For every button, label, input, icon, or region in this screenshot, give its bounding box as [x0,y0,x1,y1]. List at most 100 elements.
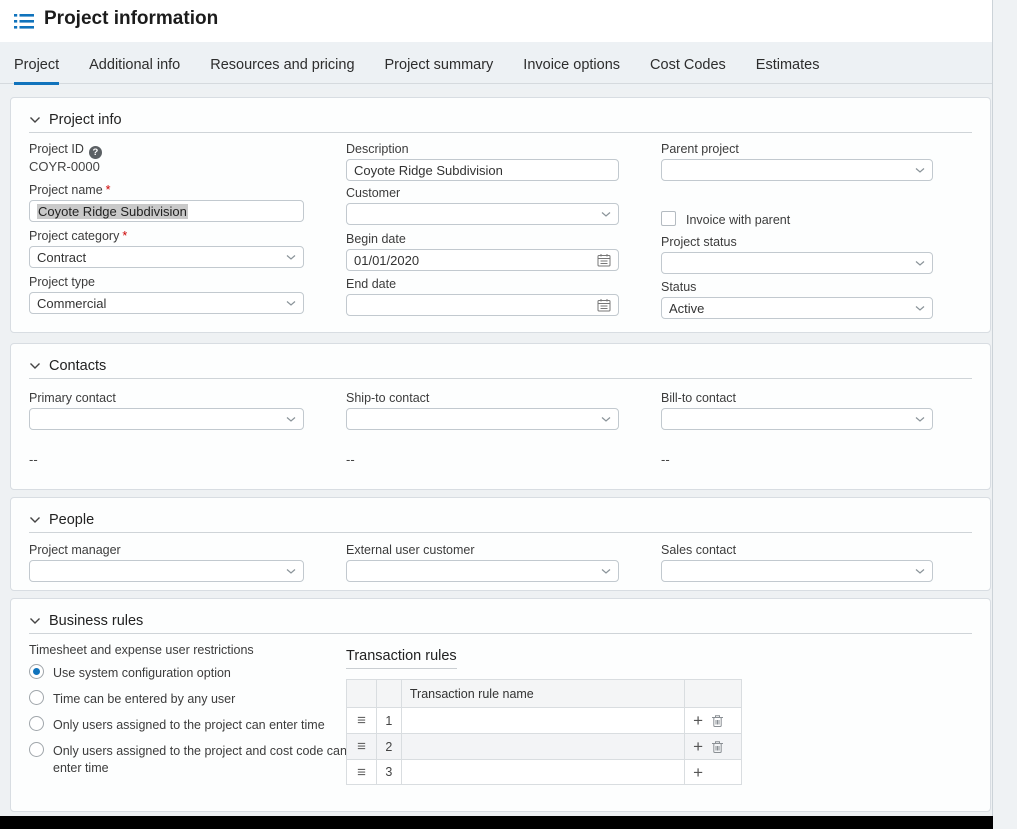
radio-option-any-user[interactable]: Time can be entered by any user [29,690,354,708]
ship-to-contact-select[interactable] [346,408,619,430]
section-title: People [49,512,94,528]
header-actions-cell [685,680,742,707]
chevron-down-icon [601,568,611,575]
radio-option-project-users[interactable]: Only users assigned to the project can e… [29,716,354,734]
chevron-down-icon [915,416,925,423]
project-category-label: Project category* [29,229,127,243]
help-icon[interactable]: ? [89,146,102,159]
external-user-customer-label: External user customer [346,543,475,557]
tab-cost-codes[interactable]: Cost Codes [650,57,726,83]
chevron-down-icon [915,260,925,267]
chevron-down-icon [29,362,41,370]
table-row: ≡ 1 + [346,707,742,733]
people-header[interactable]: People [29,508,972,533]
description-input[interactable] [346,159,619,181]
chevron-down-icon [29,116,41,124]
contacts-header[interactable]: Contacts [29,354,972,379]
bill-to-contact-select[interactable] [661,408,933,430]
radio-option-project-and-cost-code-users[interactable]: Only users assigned to the project and c… [29,742,354,777]
chevron-down-icon [915,167,925,174]
section-title: Project info [49,112,122,128]
calendar-icon[interactable] [597,253,611,267]
calendar-icon[interactable] [597,298,611,312]
drag-handle-icon[interactable]: ≡ [347,708,377,733]
status-select[interactable]: Active [661,297,933,319]
chevron-down-icon [286,254,296,261]
chevron-down-icon [286,416,296,423]
transaction-rules-table: Transaction rule name ≡ 1 + ≡ 2 [346,679,742,785]
tab-project-summary[interactable]: Project summary [385,57,494,83]
invoice-with-parent-checkbox[interactable] [661,211,676,226]
header-name-cell: Transaction rule name [402,680,685,707]
table-row: ≡ 2 + [346,733,742,759]
customer-select[interactable] [346,203,619,225]
tab-estimates[interactable]: Estimates [756,57,820,83]
page-title: Project information [44,8,218,30]
radio-button[interactable] [29,742,44,757]
project-name-input[interactable]: Coyote Ridge Subdivision [29,200,304,222]
timesheet-restrictions-label: Timesheet and expense user restrictions [29,643,354,657]
project-status-label: Project status [661,235,737,249]
row-number: 1 [377,708,402,733]
tab-resources-and-pricing[interactable]: Resources and pricing [210,57,354,83]
row-actions-cell: + [685,734,742,759]
section-people: People Project manager External user cus… [10,497,991,591]
chevron-down-icon [29,516,41,524]
invoice-with-parent-label: Invoice with parent [686,213,790,227]
selected-text: Coyote Ridge Subdivision [37,204,188,219]
transaction-rule-name-cell[interactable] [402,760,685,784]
external-user-customer-select[interactable] [346,560,619,582]
project-manager-select[interactable] [29,560,304,582]
bill-to-contact-detail: -- [661,452,670,467]
add-row-icon[interactable]: + [693,738,703,755]
radio-button[interactable] [29,716,44,731]
begin-date-input[interactable] [346,249,619,271]
header-num-cell [377,680,402,707]
parent-project-label: Parent project [661,142,739,156]
tab-project[interactable]: Project [14,57,59,83]
sales-contact-label: Sales contact [661,543,736,557]
business-rules-header[interactable]: Business rules [29,609,972,634]
delete-row-icon[interactable] [711,714,724,728]
primary-contact-select[interactable] [29,408,304,430]
transaction-rule-name-cell[interactable] [402,708,685,733]
row-actions-cell: + [685,708,742,733]
parent-project-select[interactable] [661,159,933,181]
project-status-select[interactable] [661,252,933,274]
project-manager-label: Project manager [29,543,121,557]
row-actions-cell: + [685,760,742,784]
chevron-down-icon [915,305,925,312]
section-project-info: Project info Project ID? COYR-0000 Proje… [10,97,991,333]
radio-button[interactable] [29,664,44,679]
project-type-select[interactable]: Commercial [29,292,304,314]
chevron-down-icon [601,211,611,218]
sales-contact-select[interactable] [661,560,933,582]
delete-row-icon[interactable] [711,740,724,754]
table-header-row: Transaction rule name [346,679,742,707]
chevron-down-icon [29,617,41,625]
add-row-icon[interactable]: + [693,712,703,729]
ship-to-contact-label: Ship-to contact [346,391,429,405]
drag-handle-icon[interactable]: ≡ [347,734,377,759]
drag-handle-icon[interactable]: ≡ [347,760,377,784]
end-date-input[interactable] [346,294,619,316]
row-number: 2 [377,734,402,759]
list-menu-icon[interactable] [14,13,34,30]
chevron-down-icon [286,300,296,307]
project-id-value: COYR-0000 [29,159,100,174]
tab-invoice-options[interactable]: Invoice options [523,57,620,83]
required-asterisk: * [122,229,127,243]
project-info-header[interactable]: Project info [29,108,972,133]
description-label: Description [346,142,409,156]
chevron-down-icon [286,568,296,575]
transaction-rule-name-cell[interactable] [402,734,685,759]
radio-button[interactable] [29,690,44,705]
add-row-icon[interactable]: + [693,764,703,781]
bottom-black-bar [0,816,993,829]
project-category-select[interactable]: Contract [29,246,304,268]
radio-option-system-config[interactable]: Use system configuration option [29,664,354,682]
table-row: ≡ 3 + [346,759,742,785]
header-drag-cell [347,680,377,707]
bill-to-contact-label: Bill-to contact [661,391,736,405]
tab-additional-info[interactable]: Additional info [89,57,180,83]
